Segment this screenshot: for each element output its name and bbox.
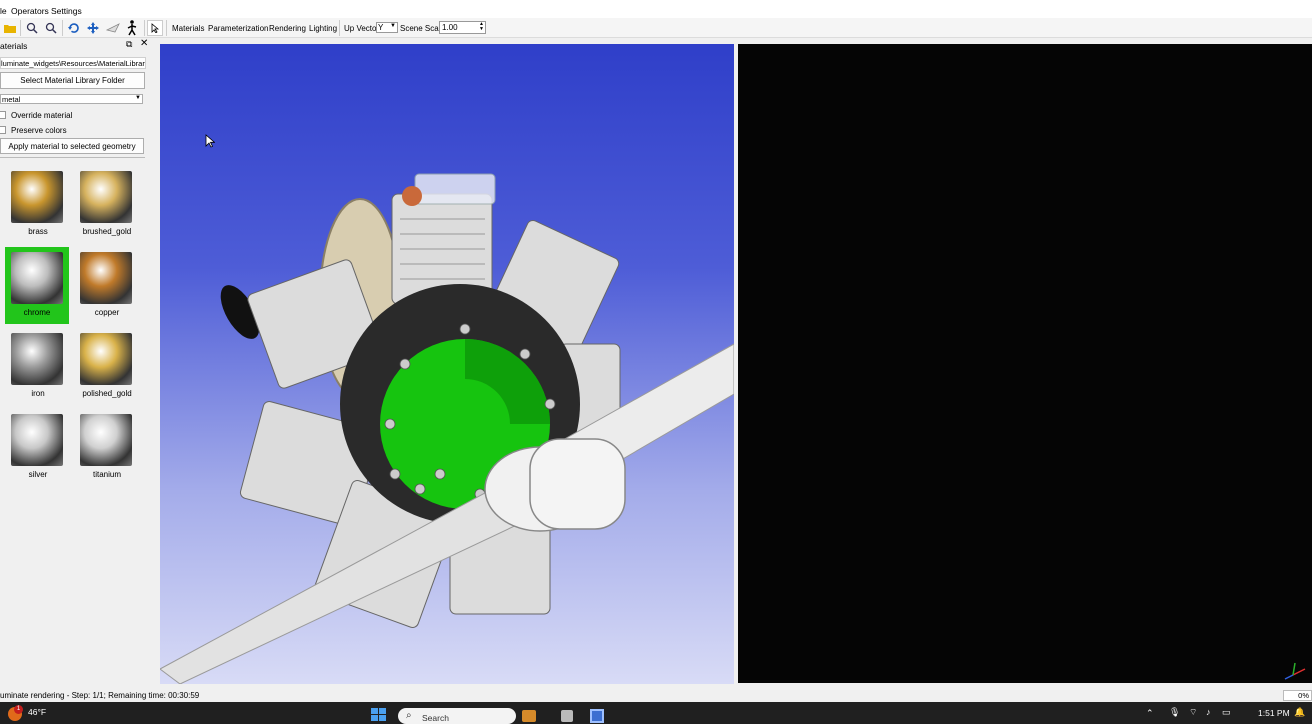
status-bar: uminate rendering - Step: 1/1; Remaining… [0, 688, 1312, 702]
up-vector-select[interactable]: Y ▼ [376, 22, 398, 33]
tray-chevron-icon[interactable]: ⌃ [1146, 708, 1154, 719]
category-select[interactable]: metal ▼ [0, 94, 143, 104]
material-label: chrome [23, 308, 51, 317]
material-item-brushed_gold[interactable]: brushed_gold [76, 169, 132, 239]
scene-scale-value: 1.00 [442, 23, 458, 32]
render-output-view[interactable] [738, 44, 1312, 683]
material-item-brass[interactable]: brass [7, 169, 63, 239]
material-label: silver [28, 470, 48, 479]
tab-parameterization[interactable]: Parameterization [208, 24, 268, 33]
material-preview-sphere [11, 252, 63, 304]
battery-icon[interactable]: ▭ [1222, 707, 1231, 718]
axis-gizmo-icon [1284, 662, 1306, 680]
material-preview-sphere [80, 252, 132, 304]
category-value: metal [2, 95, 21, 104]
close-icon[interactable]: ✕ [140, 38, 148, 49]
material-item-titanium[interactable]: titanium [76, 412, 132, 482]
materials-panel: aterials ⧉ ✕ luminate_widgets\Resources\… [0, 38, 159, 686]
material-preview-sphere [11, 333, 63, 385]
toolbar: Materials Parameterization Rendering Lig… [0, 18, 1312, 38]
taskbar-app-briefcase-icon[interactable] [522, 710, 536, 722]
material-item-iron[interactable]: iron [7, 331, 63, 401]
tab-lighting[interactable]: Lighting [309, 24, 337, 33]
material-item-chrome[interactable]: chrome [5, 247, 69, 324]
material-item-copper[interactable]: copper [76, 250, 132, 320]
fly-icon[interactable] [105, 20, 121, 36]
apply-material-button[interactable]: Apply material to selected geometry [0, 138, 144, 154]
material-preview-sphere [80, 171, 132, 223]
panel-title: aterials [0, 41, 28, 51]
material-preview-sphere [80, 414, 132, 466]
library-path-field[interactable]: luminate_widgets\Resources\MaterialLibra… [0, 57, 146, 69]
material-label: iron [31, 389, 45, 398]
speaker-icon[interactable]: ♪ [1206, 707, 1211, 717]
zoom-in-icon[interactable] [24, 20, 40, 36]
status-text: uminate rendering - Step: 1/1; Remaining… [0, 691, 200, 700]
preserve-checkbox[interactable] [0, 126, 6, 134]
material-preview-sphere [11, 171, 63, 223]
search-label: Search [422, 713, 449, 723]
clock-time[interactable]: 1:51 PM [1258, 708, 1290, 718]
pan-icon[interactable] [85, 20, 101, 36]
walk-icon[interactable] [124, 20, 140, 36]
material-label: brass [28, 227, 48, 236]
up-vector-value: Y [378, 23, 384, 32]
up-vector-label: Up Vector [344, 24, 380, 33]
material-preview-sphere [11, 414, 63, 466]
weather-temp: 46°F [28, 707, 47, 717]
material-label: copper [94, 308, 120, 317]
search-icon: ⌕ [406, 710, 412, 721]
notification-bell-icon[interactable]: 🔔 [1294, 707, 1305, 718]
rotate-icon[interactable] [66, 20, 82, 36]
material-item-silver[interactable]: silver [7, 412, 63, 482]
taskbar-active-app-icon[interactable] [590, 709, 604, 723]
override-checkbox[interactable] [0, 111, 6, 119]
divider [0, 157, 145, 158]
tab-rendering[interactable]: Rendering [269, 24, 306, 33]
taskbar-search[interactable]: ⌕ Search [398, 708, 516, 724]
progress-value: 0% [1298, 691, 1309, 700]
chevron-down-icon: ▼ [390, 23, 396, 29]
os-taskbar: 1 46°F ⌕ Search ⌃ 🎙 ⌔ ♪ ▭ 1:51 PM 🔔 [0, 702, 1312, 724]
menu-bar: le Operators Settings [0, 0, 1312, 18]
float-panel-icon[interactable]: ⧉ [126, 39, 132, 50]
material-label: titanium [92, 470, 121, 479]
override-label: Override material [11, 111, 73, 120]
menu-settings[interactable]: Settings [51, 6, 82, 16]
spinner-icon[interactable]: ▲ ▼ [479, 22, 484, 32]
select-cursor-icon[interactable] [147, 20, 163, 36]
3d-viewport[interactable] [160, 44, 734, 684]
zoom-out-icon[interactable] [43, 20, 59, 36]
microphone-icon[interactable]: 🎙 [1169, 707, 1180, 718]
chevron-down-icon: ▼ [135, 95, 141, 101]
scene-scale-input[interactable]: 1.00 ▲ ▼ [439, 21, 486, 34]
open-folder-icon[interactable] [2, 20, 18, 36]
taskbar-app-icon[interactable] [561, 710, 573, 722]
wifi-icon[interactable]: ⌔ [1189, 707, 1197, 718]
windows-start-icon[interactable] [371, 708, 387, 722]
render-progress: 0% [1283, 690, 1312, 701]
engine-model [160, 173, 734, 684]
preserve-label: Preserve colors [11, 126, 67, 135]
tab-materials[interactable]: Materials [172, 24, 204, 33]
menu-operators[interactable]: Operators [11, 6, 49, 16]
material-label: brushed_gold [82, 227, 132, 236]
select-folder-button[interactable]: Select Material Library Folder [0, 72, 145, 89]
material-preview-sphere [80, 333, 132, 385]
menu-file[interactable]: le [0, 6, 7, 16]
mouse-cursor-icon [205, 134, 215, 148]
material-item-polished_gold[interactable]: polished_gold [76, 331, 132, 401]
material-label: polished_gold [82, 389, 132, 398]
notification-badge: 1 [14, 705, 23, 714]
